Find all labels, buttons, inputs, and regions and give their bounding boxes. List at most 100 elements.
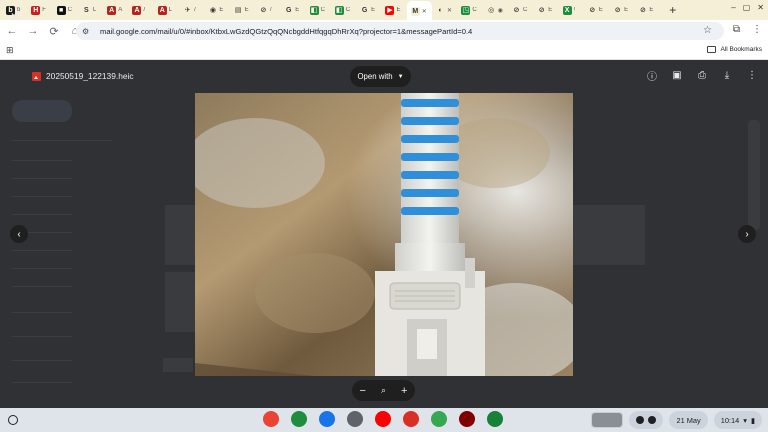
previous-image-button[interactable]: ‹ bbox=[10, 225, 28, 243]
browser-tab[interactable]: M ✕ bbox=[406, 1, 433, 21]
zoom-in-button[interactable]: + bbox=[401, 385, 407, 397]
browser-tab[interactable]: ◧ C bbox=[331, 1, 356, 19]
browser-tab[interactable]: ⊘ E bbox=[634, 1, 659, 19]
browser-tab[interactable]: ▤ E bbox=[230, 1, 255, 19]
browser-tab[interactable]: GE bbox=[280, 1, 305, 19]
holding-space-thumbnails[interactable] bbox=[591, 412, 624, 428]
extensions-icon[interactable]: ⧉ bbox=[733, 24, 740, 35]
media-controls[interactable] bbox=[629, 411, 664, 429]
tab-title: C bbox=[67, 7, 72, 13]
browser-tab[interactable]: HF bbox=[27, 1, 52, 19]
launcher-button[interactable] bbox=[8, 415, 18, 425]
gmail-app-icon[interactable] bbox=[403, 411, 419, 427]
quick-settings[interactable]: 10:14 ▾ ▮ bbox=[713, 411, 762, 429]
pinned-apps bbox=[263, 411, 503, 427]
browser-tab[interactable]: ◎ ◉ bbox=[483, 1, 508, 19]
tab-title: A bbox=[118, 7, 123, 13]
restore-icon[interactable]: ▢ bbox=[743, 3, 751, 12]
close-window-icon[interactable]: ✕ bbox=[757, 3, 764, 12]
tab-favicon-icon: A bbox=[157, 5, 167, 15]
close-viewer-button[interactable]: ✕ bbox=[10, 10, 20, 24]
tab-favicon-icon: H bbox=[31, 5, 41, 15]
image-file-icon bbox=[32, 71, 41, 81]
more-options-icon[interactable]: ⋮ bbox=[746, 69, 758, 81]
divider bbox=[12, 360, 72, 361]
tab-favicon-icon: ▤ bbox=[233, 5, 243, 15]
magnifier-icon[interactable]: ⌕ bbox=[381, 385, 386, 396]
gallery-app-icon[interactable] bbox=[291, 411, 307, 427]
browser-tab[interactable]: ⊘ E bbox=[609, 1, 634, 19]
all-bookmarks-button[interactable]: All Bookmarks bbox=[707, 46, 762, 53]
tab-favicon-icon: G bbox=[360, 5, 370, 15]
browser-tab[interactable]: SL bbox=[78, 1, 103, 19]
tab-favicon-icon: ■ bbox=[56, 5, 66, 15]
file-name: 20250519_122139.heic bbox=[46, 71, 134, 81]
open-with-button[interactable]: Open with ▼ bbox=[350, 66, 411, 87]
browser-tab[interactable]: ▶ E bbox=[381, 1, 406, 19]
minimize-icon[interactable]: – bbox=[731, 3, 735, 12]
files-app-icon[interactable] bbox=[319, 411, 335, 427]
maps-app-icon[interactable] bbox=[431, 411, 447, 427]
tab-favicon-icon: ◧ bbox=[309, 5, 319, 15]
divider bbox=[12, 160, 72, 161]
browser-tab[interactable]: A / bbox=[128, 1, 153, 19]
attachment-thumb-dimmed bbox=[573, 205, 645, 265]
tab-title: F bbox=[42, 7, 46, 13]
browser-tab[interactable]: ⊘ C bbox=[508, 1, 533, 19]
browser-tab[interactable]: ◉ E bbox=[204, 1, 229, 19]
caret-down-icon: ▼ bbox=[397, 73, 404, 80]
status-tray: 21 May 10:14 ▾ ▮ bbox=[591, 411, 762, 429]
ublock-app-icon[interactable] bbox=[459, 411, 475, 427]
youtube-app-icon[interactable] bbox=[375, 411, 391, 427]
tab-favicon-icon: ⊘ bbox=[587, 5, 597, 15]
print-icon[interactable]: ⎙ bbox=[696, 69, 708, 81]
tab-strip: b b H F ■ C S L A A A / A L ✈ / ◉ E ▤ E ⊘ / G E ◧ C ◧ C G E ▶ E M ✕ ◐ ✕ ◳ C ◎ ◉… bbox=[0, 0, 768, 21]
apps-grid-icon[interactable]: ⊞ bbox=[6, 45, 14, 56]
tab-favicon-icon: ✈ bbox=[183, 5, 193, 15]
browser-tab[interactable]: ✈ / bbox=[179, 1, 204, 19]
open-with-label: Open with bbox=[357, 72, 393, 81]
browser-tab[interactable]: ■ C bbox=[53, 1, 78, 19]
tab-favicon-icon: ⊘ bbox=[537, 5, 547, 15]
new-tab-button[interactable]: + bbox=[666, 3, 680, 17]
browser-tab[interactable]: ◳ C bbox=[457, 1, 482, 19]
next-image-button[interactable]: › bbox=[738, 225, 756, 243]
green-app-app-icon[interactable] bbox=[487, 411, 503, 427]
zoom-out-button[interactable]: − bbox=[360, 385, 366, 397]
browser-tab[interactable]: ⊘ E bbox=[584, 1, 609, 19]
forward-icon[interactable]: → bbox=[24, 22, 42, 40]
tab-favicon-icon: ▶ bbox=[385, 5, 395, 15]
record-icon bbox=[636, 416, 645, 424]
tab-title: C bbox=[522, 7, 528, 13]
browser-tab[interactable]: ◐ ✕ bbox=[432, 1, 457, 19]
back-icon[interactable]: ← bbox=[3, 22, 21, 40]
bookmark-star-icon[interactable]: ☆ bbox=[703, 25, 712, 36]
settings-app-icon[interactable] bbox=[347, 411, 363, 427]
site-info-icon[interactable]: ⚙ bbox=[82, 27, 94, 36]
browser-tab[interactable]: AL bbox=[154, 1, 179, 19]
tab-title: E bbox=[624, 7, 629, 13]
url-text[interactable]: mail.google.com/mail/u/0/#inbox/KtbxLwGz… bbox=[100, 27, 472, 36]
chrome-app-icon[interactable] bbox=[263, 411, 279, 427]
tab-favicon-icon: ◉ bbox=[208, 5, 218, 15]
browser-tab[interactable]: ◧ C bbox=[306, 1, 331, 19]
reload-icon[interactable]: ⟳ bbox=[45, 22, 63, 40]
menu-icon[interactable]: ⋮ bbox=[752, 24, 762, 35]
add-to-drive-icon[interactable]: ▣ bbox=[671, 69, 683, 81]
browser-tab[interactable]: AA bbox=[103, 1, 128, 19]
browser-tab[interactable]: GE bbox=[356, 1, 381, 19]
tab-title: E bbox=[244, 7, 249, 13]
date-tray[interactable]: 21 May bbox=[669, 411, 708, 429]
info-icon[interactable]: ⓘ bbox=[646, 69, 658, 83]
download-icon[interactable]: ⤓ bbox=[721, 69, 733, 81]
browser-tab[interactable]: ⊘ E bbox=[533, 1, 558, 19]
screen-capture-icon bbox=[648, 416, 657, 424]
browser-tab[interactable]: ⊘ / bbox=[255, 1, 280, 19]
attachment-thumb-dimmed bbox=[165, 205, 195, 265]
address-bar[interactable]: ⚙ mail.google.com/mail/u/0/#inbox/KtbxLw… bbox=[76, 22, 724, 40]
tab-title: / bbox=[143, 7, 146, 13]
tab-title: E bbox=[598, 7, 603, 13]
browser-tab[interactable]: X / bbox=[559, 1, 584, 19]
tab-favicon-icon: ◐ bbox=[436, 5, 446, 15]
browser-toolbar: ← → ⟳ ⌂ ⚙ mail.google.com/mail/u/0/#inbo… bbox=[0, 20, 768, 42]
